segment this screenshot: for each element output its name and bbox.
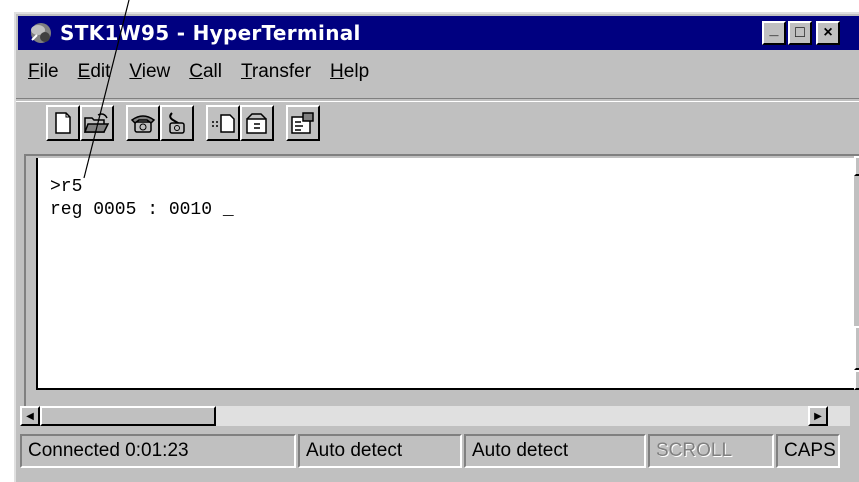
close-icon: × [823,24,833,41]
hyperterminal-window: STK1W95 - HyperTerminal _ □ × File Edit … [14,12,859,482]
horizontal-scroll-thumb[interactable] [40,406,216,426]
menu-transfer-label: ransfer [251,61,312,82]
receive-file-icon [246,113,267,134]
status-caps: CAPS [776,434,840,468]
window-title: STK1W95 - HyperTerminal [60,21,361,45]
minimize-button[interactable]: _ [762,21,786,45]
menu-transfer-accel: T [241,61,252,82]
send-button[interactable] [206,105,240,141]
toolbar-separator [16,98,859,102]
phone-disconnect-icon [169,112,185,134]
terminal-client-area: >r5 reg 0005 : 0010 _ ▲ ▼ [24,154,859,409]
vertical-scrollbar[interactable]: ▲ ▼ [854,156,859,392]
menu-help[interactable]: Help [320,61,378,83]
connect-button[interactable] [126,105,160,141]
scroll-left-button[interactable]: ◀ [20,406,40,426]
minimize-icon: _ [769,21,779,38]
properties-button[interactable] [286,105,320,141]
horizontal-scrollbar[interactable]: ◀ ▶ [20,406,850,426]
scroll-right-button[interactable]: ▶ [808,406,828,426]
menu-edit-accel: E [77,61,91,82]
vertical-scroll-thumb[interactable] [854,326,859,370]
close-button[interactable]: × [816,21,840,45]
maximize-icon: □ [795,24,805,41]
terminal-screen[interactable]: >r5 reg 0005 : 0010 _ [38,158,856,388]
menu-help-accel: H [330,61,344,82]
maximize-button[interactable]: □ [788,21,812,45]
send-file-icon [212,114,235,133]
menu-call-label: all [202,61,222,82]
phone-connect-icon [130,115,156,133]
menu-call-accel: C [189,61,203,82]
menu-bar: File Edit View Call Transfer Help [18,58,378,86]
menu-view-label: iew [141,61,171,82]
menu-help-label: elp [343,61,370,82]
hyperterminal-app-icon [31,23,51,43]
menu-call[interactable]: Call [179,61,231,83]
title-bar[interactable]: STK1W95 - HyperTerminal _ □ × [18,16,859,50]
scroll-up-button[interactable]: ▲ [854,156,859,176]
new-document-icon [55,112,71,134]
menu-view-accel: V [129,61,142,82]
scroll-down-button[interactable]: ▼ [854,370,859,390]
menu-edit-label: dit [90,61,111,82]
status-detect-2: Auto detect [464,434,646,468]
terminal-frame: >r5 reg 0005 : 0010 _ [36,158,858,390]
status-scroll: SCROLL [648,434,774,468]
menu-file[interactable]: File [18,61,68,83]
open-button[interactable] [80,105,114,141]
disconnect-button[interactable] [160,105,194,141]
receive-button[interactable] [240,105,274,141]
scroll-left-arrow-icon: ◀ [26,410,34,422]
terminal-line: reg 0005 : 0010 _ [50,200,234,220]
scroll-right-arrow-icon: ▶ [814,410,822,422]
status-connection: Connected 0:01:23 [20,434,296,468]
status-detect-1: Auto detect [298,434,462,468]
menu-file-label: ile [39,61,59,82]
properties-icon [291,112,314,134]
open-folder-icon [84,113,110,133]
menu-file-accel: F [28,61,40,82]
terminal-line: >r5 [50,177,83,197]
new-button[interactable] [46,105,80,141]
menu-transfer[interactable]: Transfer [231,61,320,83]
menu-edit[interactable]: Edit [68,61,120,83]
menu-view[interactable]: View [119,61,179,83]
